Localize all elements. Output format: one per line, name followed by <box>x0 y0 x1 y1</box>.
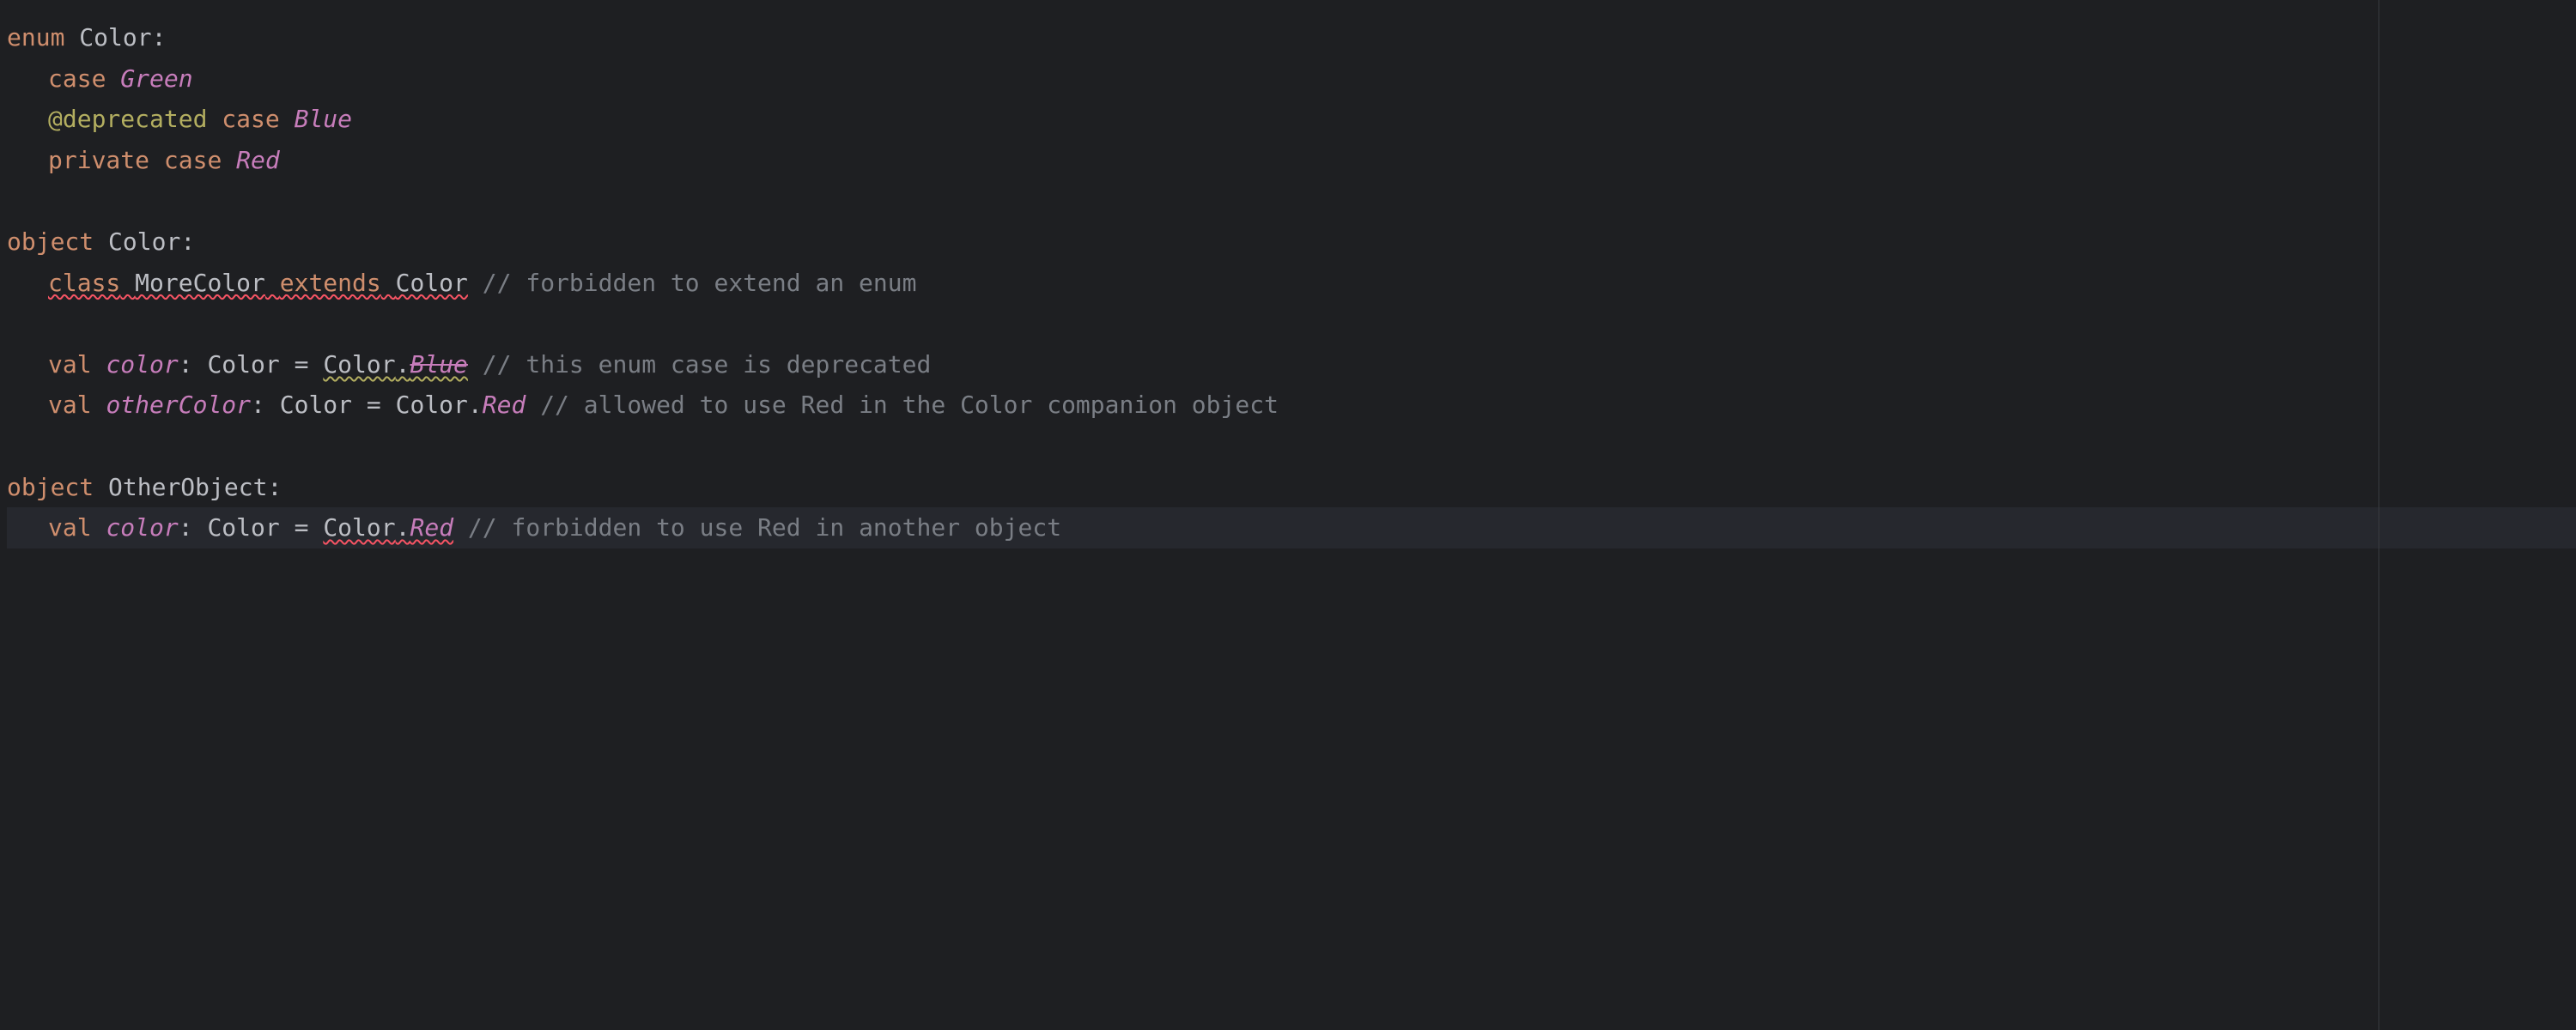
keyword-enum: enum <box>7 23 64 52</box>
qualifier: Color <box>323 513 395 542</box>
type-name: Color <box>108 227 180 256</box>
dot: . <box>396 513 410 542</box>
val-name: color <box>106 350 178 379</box>
code-line[interactable]: case Green <box>7 58 2576 100</box>
keyword-val: val <box>48 513 92 542</box>
code-line[interactable]: object OtherObject: <box>7 467 2576 508</box>
keyword-case: case <box>48 64 106 93</box>
type-name: Color <box>280 391 352 419</box>
dot: . <box>396 350 410 379</box>
keyword-case: case <box>164 146 222 174</box>
enum-member-error: Red <box>410 513 453 542</box>
type-name: Color <box>207 350 279 379</box>
equals: = <box>367 391 381 419</box>
annotation-deprecated: @deprecated <box>48 105 207 133</box>
equals: = <box>295 513 309 542</box>
keyword-val: val <box>48 391 92 419</box>
class-name: MoreColor <box>135 269 265 297</box>
enum-case: Blue <box>295 105 352 133</box>
code-line-current[interactable]: val color: Color = Color.Red // forbidde… <box>7 507 2576 548</box>
keyword-object: object <box>7 227 94 256</box>
type-name: OtherObject <box>108 473 267 501</box>
colon: : <box>152 23 167 52</box>
code-line[interactable]: val otherColor: Color = Color.Red // all… <box>7 385 2576 426</box>
keyword-case: case <box>222 105 279 133</box>
code-line[interactable]: enum Color: <box>7 17 2576 58</box>
base-type: Color <box>396 269 468 297</box>
keyword-extends: extends <box>280 269 381 297</box>
code-line-blank[interactable] <box>7 180 2576 221</box>
code-line[interactable]: object Color: <box>7 221 2576 263</box>
qualifier: Color <box>396 391 468 419</box>
comment: // this enum case is deprecated <box>483 350 932 379</box>
comment: // forbidden to use Red in another objec… <box>468 513 1061 542</box>
comment: // allowed to use Red in the Color compa… <box>540 391 1279 419</box>
code-line-blank[interactable] <box>7 426 2576 467</box>
keyword-val: val <box>48 350 92 379</box>
code-line-blank[interactable] <box>7 303 2576 344</box>
code-line[interactable]: private case Red <box>7 140 2576 181</box>
code-line[interactable]: @deprecated case Blue <box>7 99 2576 140</box>
deprecated-member: Blue <box>410 350 467 379</box>
keyword-class: class <box>48 269 120 297</box>
comment: // forbidden to extend an enum <box>483 269 917 297</box>
val-name: otherColor <box>106 391 251 419</box>
colon: : <box>180 227 195 256</box>
code-line[interactable]: val color: Color = Color.Blue // this en… <box>7 344 2576 385</box>
enum-case: Red <box>236 146 280 174</box>
type-name: Color <box>207 513 279 542</box>
keyword-private: private <box>48 146 149 174</box>
colon: : <box>179 513 193 542</box>
keyword-object: object <box>7 473 94 501</box>
colon: : <box>251 391 265 419</box>
code-line[interactable]: class MoreColor extends Color // forbidd… <box>7 263 2576 304</box>
dot: . <box>468 391 483 419</box>
colon: : <box>179 350 193 379</box>
enum-case: Green <box>120 64 192 93</box>
equals: = <box>295 350 309 379</box>
code-editor[interactable]: enum Color: case Green @deprecated case … <box>0 0 2576 1030</box>
val-name: color <box>106 513 178 542</box>
enum-member: Red <box>483 391 526 419</box>
colon: : <box>267 473 282 501</box>
qualifier: Color <box>323 350 395 379</box>
type-name: Color <box>79 23 151 52</box>
